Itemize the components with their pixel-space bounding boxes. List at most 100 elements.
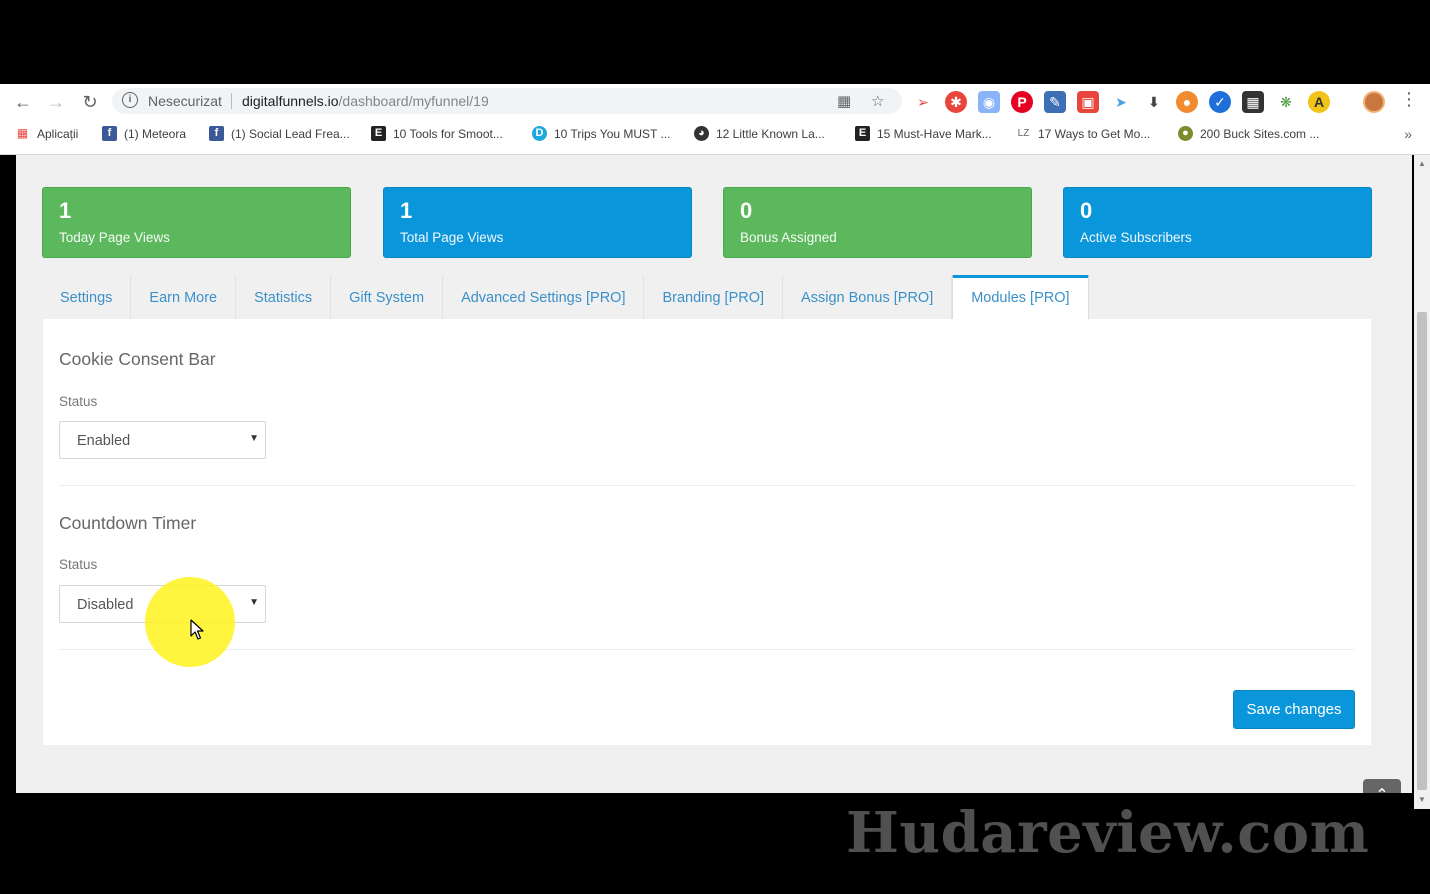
section-divider [59, 485, 1355, 486]
profile-avatar[interactable] [1363, 91, 1385, 113]
extension-box-icon[interactable]: ▣ [1077, 91, 1099, 113]
extensions-bar: ➢ ✱ ◉ P ✎ ▣ ➤ ⬇ ● ✓ ▦ ❋ A [912, 91, 1330, 113]
bookmark-item[interactable]: ◕ 12 Little Known La... [694, 126, 825, 141]
stat-value: 0 [740, 198, 753, 223]
extension-pointer-icon[interactable]: ➤ [1110, 91, 1132, 113]
bookmark-label: 10 Trips You MUST ... [554, 126, 671, 141]
scroll-thumb[interactable] [1417, 312, 1427, 790]
reload-icon[interactable]: ↻ [79, 91, 101, 113]
address-url[interactable]: digitalfunnels.io/dashboard/myfunnel/19 [242, 93, 489, 109]
facebook-icon: f [102, 126, 117, 141]
bookmark-label: (1) Meteora [124, 126, 187, 141]
bookmark-label: 17 Ways to Get Mo... [1038, 126, 1151, 141]
url-path: /dashboard/myfunnel/19 [338, 93, 489, 109]
bookmark-apps[interactable]: ▦ Aplicații [15, 126, 79, 141]
cookie-consent-title: Cookie Consent Bar [59, 349, 216, 369]
forward-arrow-icon[interactable]: → [45, 91, 67, 113]
watermark-text: Hudareview.com [846, 800, 1370, 866]
save-changes-button[interactable]: Save changes [1233, 690, 1355, 729]
extension-ab-icon[interactable]: A [1308, 91, 1330, 113]
stat-card-today-views: 1 Today Page Views [42, 187, 351, 258]
caret-down-icon: ▼ [249, 597, 259, 608]
browser-menu-icon[interactable]: ⋮ [1400, 89, 1418, 110]
back-arrow-icon[interactable]: ← [12, 91, 34, 113]
bookmark-label: (1) Social Lead Frea... [231, 126, 350, 141]
scroll-up-arrow-icon[interactable]: ▲ [1414, 159, 1430, 168]
caret-down-icon: ▼ [249, 433, 259, 444]
tab-assign-bonus[interactable]: Assign Bonus [PRO] [783, 275, 953, 319]
countdown-status-label: Status [59, 557, 98, 572]
page-viewport: 1 Today Page Views 1 Total Page Views 0 … [16, 155, 1412, 793]
stat-label: Active Subscribers [1080, 230, 1192, 245]
apps-grid-icon: ▦ [16, 126, 29, 140]
e-icon: E [855, 126, 870, 141]
extension-eyedropper-icon[interactable]: ✎ [1044, 91, 1066, 113]
stat-value: 1 [59, 198, 72, 223]
extension-compass-icon[interactable]: ✱ [945, 91, 967, 113]
extension-puzzle-icon[interactable]: ❋ [1275, 91, 1297, 113]
stat-label: Bonus Assigned [740, 230, 837, 245]
extension-grid-icon[interactable]: ▦ [1242, 91, 1264, 113]
lz-icon: LZ [1017, 128, 1030, 139]
extension-ball-icon[interactable]: ● [1176, 91, 1198, 113]
tab-statistics[interactable]: Statistics [236, 275, 332, 319]
stat-value: 1 [400, 198, 413, 223]
bookmark-item[interactable]: D 10 Trips You MUST ... [532, 126, 671, 141]
url-host: digitalfunnels.io [242, 93, 339, 109]
cookie-status-select[interactable]: Enabled ▼ [59, 421, 266, 459]
stat-card-active-subscribers: 0 Active Subscribers [1063, 187, 1372, 258]
bookmark-item[interactable]: f (1) Meteora [102, 126, 186, 141]
d-icon: D [532, 126, 547, 141]
tab-earn-more[interactable]: Earn More [131, 275, 237, 319]
stat-card-total-views: 1 Total Page Views [383, 187, 692, 258]
bookmark-item[interactable]: LZ 17 Ways to Get Mo... [1016, 126, 1151, 141]
bookmark-label: 15 Must-Have Mark... [877, 126, 992, 141]
bookmark-label: 10 Tools for Smoot... [393, 126, 503, 141]
tab-advanced-settings[interactable]: Advanced Settings [PRO] [443, 275, 645, 319]
bookmarks-overflow-icon[interactable]: » [1404, 126, 1412, 142]
mouse-cursor-icon [190, 619, 204, 640]
modules-panel: Cookie Consent Bar Status Enabled ▼ Coun… [43, 319, 1371, 745]
bookmark-label: 200 Buck Sites.com ... [1200, 126, 1320, 141]
stat-label: Today Page Views [59, 230, 170, 245]
section-divider [59, 649, 1355, 650]
extension-arrow-icon[interactable]: ➢ [912, 91, 934, 113]
address-bar[interactable]: i Nesecurizat digitalfunnels.io/dashboar… [112, 88, 902, 114]
security-label: Nesecurizat [148, 93, 222, 109]
bookmark-label: Aplicații [37, 126, 79, 141]
bookmark-item[interactable]: ● 200 Buck Sites.com ... [1178, 126, 1319, 141]
bookmarks-bar: ▦ Aplicații f (1) Meteora f (1) Social L… [0, 122, 1430, 148]
scroll-down-arrow-icon[interactable]: ▼ [1414, 795, 1430, 804]
pinterest-icon[interactable]: P [1011, 91, 1033, 113]
bookmark-label: 12 Little Known La... [716, 126, 825, 141]
gauge-icon: ◕ [694, 126, 709, 141]
cookie-status-label: Status [59, 394, 98, 409]
select-value: Enabled [77, 433, 131, 449]
countdown-timer-title: Countdown Timer [59, 513, 197, 533]
tab-gift-system[interactable]: Gift System [331, 275, 444, 319]
funnel-tabs: Settings Earn More Statistics Gift Syste… [42, 275, 1089, 319]
bookmark-item[interactable]: f (1) Social Lead Frea... [209, 126, 350, 141]
globe-icon: ● [1178, 126, 1193, 141]
browser-chrome: ← → ↻ i Nesecurizat digitalfunnels.io/da… [0, 84, 1430, 155]
tab-settings[interactable]: Settings [42, 275, 132, 319]
translate-icon[interactable]: ▦ [837, 92, 851, 110]
download-icon[interactable]: ⬇ [1143, 91, 1165, 113]
facebook-icon: f [209, 126, 224, 141]
tab-modules[interactable]: Modules [PRO] [952, 275, 1089, 319]
tab-branding[interactable]: Branding [PRO] [644, 275, 784, 319]
page-scrollbar[interactable]: ▲ ▼ [1414, 155, 1430, 809]
bookmark-star-icon[interactable]: ☆ [871, 92, 884, 110]
bookmark-item[interactable]: E 10 Tools for Smoot... [371, 126, 503, 141]
select-value: Disabled [77, 597, 134, 613]
scroll-to-top-button[interactable]: ⌃ [1363, 779, 1401, 793]
info-icon[interactable]: i [122, 92, 138, 108]
stat-label: Total Page Views [400, 230, 504, 245]
e-icon: E [371, 126, 386, 141]
browser-toolbar: ← → ↻ i Nesecurizat digitalfunnels.io/da… [0, 84, 1430, 119]
extension-check-icon[interactable]: ✓ [1209, 91, 1231, 113]
stat-value: 0 [1080, 198, 1093, 223]
bookmark-item[interactable]: E 15 Must-Have Mark... [855, 126, 992, 141]
address-separator [231, 93, 232, 109]
extension-bulb-icon[interactable]: ◉ [978, 91, 1000, 113]
